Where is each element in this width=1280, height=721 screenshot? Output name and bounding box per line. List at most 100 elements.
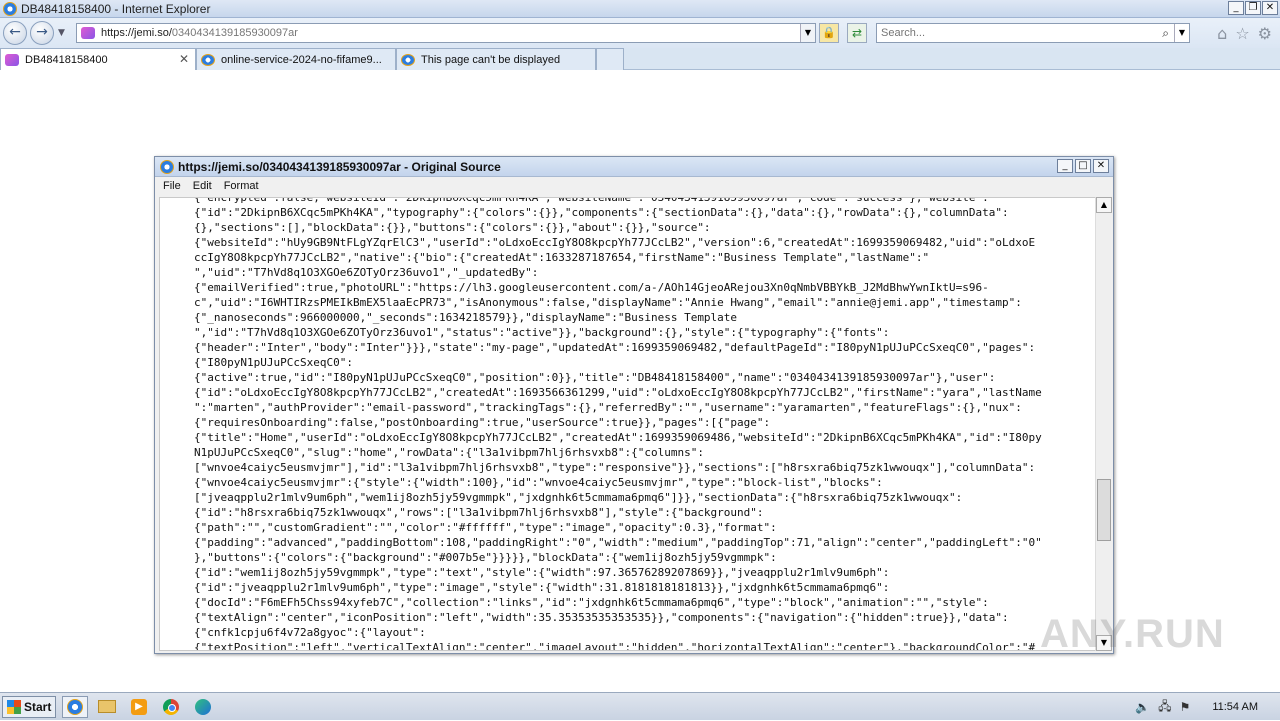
start-button[interactable]: Start bbox=[2, 695, 56, 718]
source-line: {"textAlign":"center","iconPosition":"le… bbox=[194, 611, 1009, 624]
media-player-icon: ▶ bbox=[131, 698, 147, 715]
browser-title-bar: DB48418158400 - Internet Explorer _ ❐ ✕ bbox=[0, 0, 1280, 18]
address-url[interactable]: https://jemi.so/0340434139185930097ar bbox=[101, 27, 298, 39]
source-line: ccIgY8O8kpcpYh77JCcLB2","native":{"bio":… bbox=[194, 251, 930, 264]
source-line: {"id":"oLdxoEccIgY8O8kpcpYh77JCcLB2","cr… bbox=[194, 386, 1042, 399]
star-icon[interactable]: ☆ bbox=[1235, 24, 1249, 43]
site-favicon bbox=[5, 53, 19, 66]
taskbar-internet-explorer[interactable] bbox=[62, 695, 88, 718]
system-clock[interactable]: 11:54 AM bbox=[1212, 701, 1258, 713]
address-bar[interactable]: https://jemi.so/0340434139185930097ar ▼ bbox=[76, 23, 816, 43]
source-window-controls: _ □ ✕ bbox=[1057, 159, 1109, 173]
tab-page-cant-be-displayed[interactable]: This page can't be displayed bbox=[396, 48, 596, 70]
taskbar-edge[interactable] bbox=[190, 696, 216, 718]
taskbar-media-player[interactable]: ▶ bbox=[126, 696, 152, 718]
taskbar-chrome[interactable] bbox=[158, 696, 184, 718]
back-arrow-icon[interactable]: ← bbox=[3, 21, 27, 45]
volume-icon[interactable]: 🔈 bbox=[1135, 700, 1150, 714]
source-line: {"websiteId":"hUy9GB9NtFLgYZqrElC3","use… bbox=[194, 236, 1036, 249]
restore-button[interactable]: ❐ bbox=[1245, 1, 1261, 15]
internet-explorer-icon bbox=[201, 53, 215, 66]
search-icon[interactable]: ⌕ bbox=[1162, 26, 1169, 41]
tab-strip: DB48418158400 ✕ online-service-2024-no-f… bbox=[0, 48, 1280, 70]
source-line: {"encrypted":false,"websiteId":"2DkipnB6… bbox=[194, 197, 989, 204]
source-line: {"active":true,"id":"I80pyN1pUJuPCcSxeqC… bbox=[194, 371, 996, 384]
source-line: {},"sections":[],"blockData":{}},"button… bbox=[194, 221, 711, 234]
source-line: ","uid":"T7hVd8q1O3XGOe6ZOTyOrz36uvo1","… bbox=[194, 266, 539, 279]
edge-icon bbox=[195, 698, 211, 715]
close-button[interactable]: ✕ bbox=[1093, 159, 1109, 173]
source-line: {"padding":"advanced","paddingBottom":10… bbox=[194, 536, 1042, 549]
source-line: {"id":"wem1ij8ozh5jy59vgmmpk","type":"te… bbox=[194, 566, 890, 579]
internet-explorer-icon bbox=[67, 698, 83, 715]
vertical-scrollbar[interactable]: ▲ ▼ bbox=[1095, 197, 1112, 651]
system-tray: 🔈 🖧 ⚑ 11:54 AM bbox=[1135, 693, 1280, 721]
source-line: {"textPosition":"left","verticalTextAlig… bbox=[194, 641, 1036, 651]
internet-explorer-icon bbox=[3, 1, 17, 16]
source-line: N1pUJuPCcSxeqC0","slug":"home","rowData"… bbox=[194, 446, 704, 459]
original-source-window: https://jemi.so/0340434139185930097ar - … bbox=[154, 156, 1114, 654]
source-line: {"wnvoe4caiyc5eusmvjmr":{"style":{"width… bbox=[194, 476, 883, 489]
scroll-up-button[interactable]: ▲ bbox=[1096, 197, 1112, 213]
refresh-icon[interactable]: ⇄ bbox=[847, 23, 867, 43]
source-line: ","id":"T7hVd8q1O3XGOe6ZOTyOrz36uvo1","s… bbox=[194, 326, 890, 339]
tab-label: DB48418158400 bbox=[25, 53, 108, 66]
source-line: {"id":"jveaqpplu2r1mlv9um6ph","type":"im… bbox=[194, 581, 890, 594]
address-dropdown-button[interactable]: ▼ bbox=[800, 24, 815, 42]
source-line: {"title":"Home","userId":"oLdxoEccIgY8O8… bbox=[194, 431, 1042, 444]
tab-online-service[interactable]: online-service-2024-no-fifame9... bbox=[196, 48, 396, 70]
gear-icon[interactable]: ⚙ bbox=[1258, 24, 1272, 43]
recent-pages-dropdown[interactable]: ▼ bbox=[58, 28, 65, 38]
menu-file[interactable]: File bbox=[163, 180, 181, 192]
minimize-button[interactable]: _ bbox=[1057, 159, 1073, 173]
source-code: {"encrypted":false,"websiteId":"2DkipnB6… bbox=[194, 197, 1094, 651]
start-label: Start bbox=[24, 699, 52, 714]
scrollbar-thumb[interactable] bbox=[1097, 479, 1111, 541]
source-text-area[interactable]: {"encrypted":false,"websiteId":"2DkipnB6… bbox=[159, 197, 1097, 651]
minimize-button[interactable]: _ bbox=[1228, 1, 1244, 15]
menu-format[interactable]: Format bbox=[224, 180, 259, 192]
source-line: ["wnvoe4caiyc5eusmvjmr"],"id":"l3a1vibpm… bbox=[194, 461, 1036, 474]
window-controls: _ ❐ ✕ bbox=[1228, 1, 1278, 15]
source-line: },"buttons":{"colors":{"background":"#00… bbox=[194, 551, 777, 564]
tab-label: This page can't be displayed bbox=[421, 53, 561, 66]
search-field[interactable]: ⌕ ▼ bbox=[876, 23, 1190, 43]
source-window-title: https://jemi.so/0340434139185930097ar - … bbox=[178, 159, 501, 174]
source-menu-bar: File Edit Format bbox=[155, 177, 1113, 195]
source-window-title-bar: https://jemi.so/0340434139185930097ar - … bbox=[155, 157, 1113, 177]
home-icon[interactable]: ⌂ bbox=[1217, 24, 1227, 43]
menu-edit[interactable]: Edit bbox=[193, 180, 212, 192]
internet-explorer-icon bbox=[160, 159, 174, 174]
source-line: {"emailVerified":true,"photoURL":"https:… bbox=[194, 281, 989, 294]
source-line: c","uid":"I6WHTIRzsPMEIkBmEX5laaEcPR73",… bbox=[194, 296, 1022, 309]
folder-icon bbox=[98, 700, 116, 713]
tab-db48418158400[interactable]: DB48418158400 ✕ bbox=[0, 48, 196, 70]
source-line: {"requiresOnboarding":false,"postOnboard… bbox=[194, 416, 771, 429]
forward-arrow-icon[interactable]: → bbox=[30, 21, 54, 45]
source-line: {"id":"h8rsxra6biq75zk1wwouqx","rows":["… bbox=[194, 506, 764, 519]
toolbar-icons: ⌂ ☆ ⚙ bbox=[1217, 24, 1272, 43]
navigation-bar: ← → ▼ https://jemi.so/034043413918593009… bbox=[0, 18, 1280, 48]
source-line: ["jveaqpplu2r1mlv9um6ph","wem1ij8ozh5jy5… bbox=[194, 491, 963, 504]
close-tab-icon[interactable]: ✕ bbox=[179, 52, 189, 66]
source-line: {"_nanoseconds":966000000,"_seconds":163… bbox=[194, 311, 738, 324]
browser-window-title: DB48418158400 - Internet Explorer bbox=[21, 1, 211, 16]
source-line: {"cnfk1cpju6f4v72a8gyoc":{"layout": bbox=[194, 626, 426, 639]
search-dropdown-button[interactable]: ▼ bbox=[1174, 24, 1189, 42]
tab-label: online-service-2024-no-fifame9... bbox=[221, 53, 382, 66]
source-line: {"id":"2DkipnB6XCqc5mPKh4KA","typography… bbox=[194, 206, 1009, 219]
chrome-icon bbox=[163, 698, 179, 715]
search-input[interactable] bbox=[881, 25, 1151, 41]
close-button[interactable]: ✕ bbox=[1262, 1, 1278, 15]
lock-icon[interactable]: 🔒 bbox=[819, 23, 839, 43]
new-tab-button[interactable] bbox=[596, 48, 624, 70]
source-line: ":"marten","authProvider":"email-passwor… bbox=[194, 401, 1022, 414]
site-favicon bbox=[81, 27, 95, 39]
flag-icon[interactable]: ⚑ bbox=[1180, 700, 1191, 714]
taskbar: Start ▶ 🔈 🖧 ⚑ 11:54 AM bbox=[0, 692, 1280, 720]
network-icon[interactable]: 🖧 bbox=[1158, 697, 1171, 718]
windows-logo-icon bbox=[7, 699, 21, 714]
internet-explorer-icon bbox=[401, 53, 415, 66]
maximize-button[interactable]: □ bbox=[1075, 159, 1091, 173]
taskbar-file-explorer[interactable] bbox=[94, 696, 120, 718]
